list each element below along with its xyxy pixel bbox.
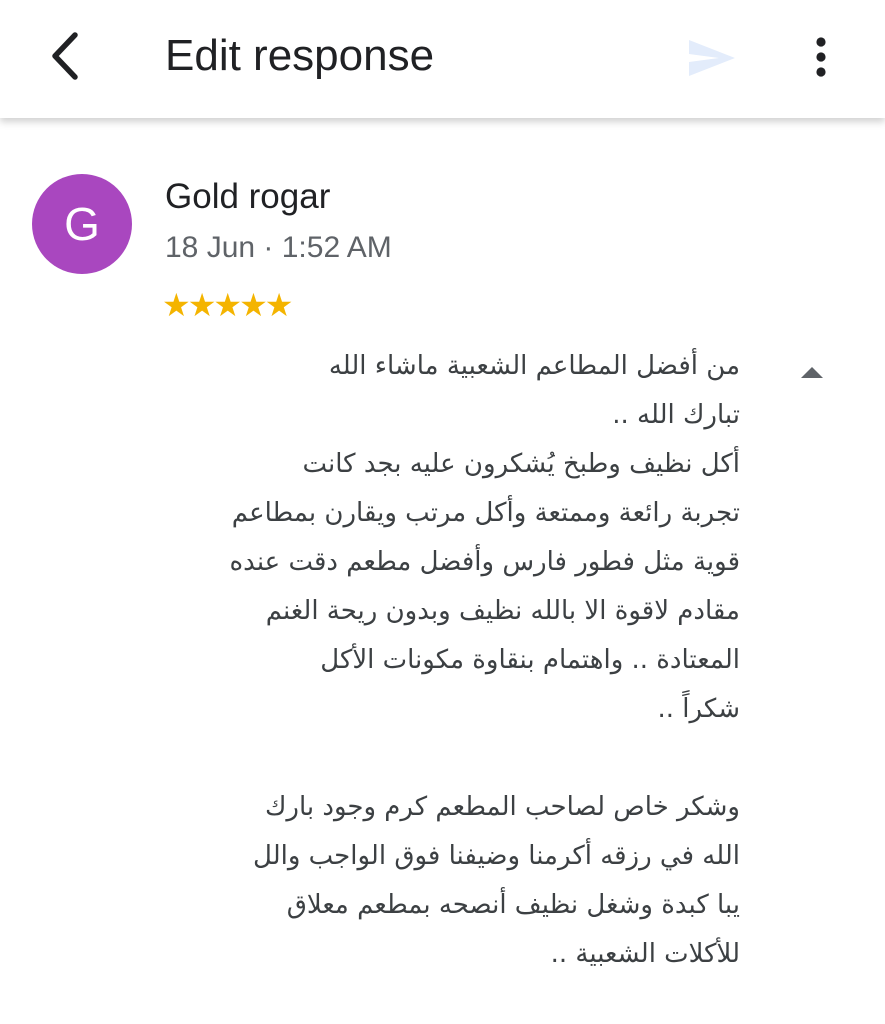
send-button[interactable]: [684, 32, 740, 84]
review-text: من أفضل المطاعم الشعبية ماشاء الله تبارك…: [229, 351, 740, 969]
send-icon: [689, 40, 735, 76]
caret-up-icon: [801, 367, 823, 378]
chevron-left-icon: [52, 32, 78, 80]
avatar-letter: G: [64, 198, 100, 250]
collapse-review-button[interactable]: [790, 352, 834, 392]
more-vert-icon: [816, 37, 826, 77]
avatar: G: [32, 174, 132, 274]
reviewer-name: Gold rogar: [165, 177, 331, 216]
page-title: Edit response: [165, 31, 435, 80]
review-date: 18 Jun · 1:52 AM: [165, 231, 392, 264]
app-bar: Edit response: [0, 0, 885, 118]
more-options-button[interactable]: [796, 28, 846, 86]
star-rating: ★★★★★: [162, 287, 293, 323]
back-button[interactable]: [36, 26, 92, 86]
